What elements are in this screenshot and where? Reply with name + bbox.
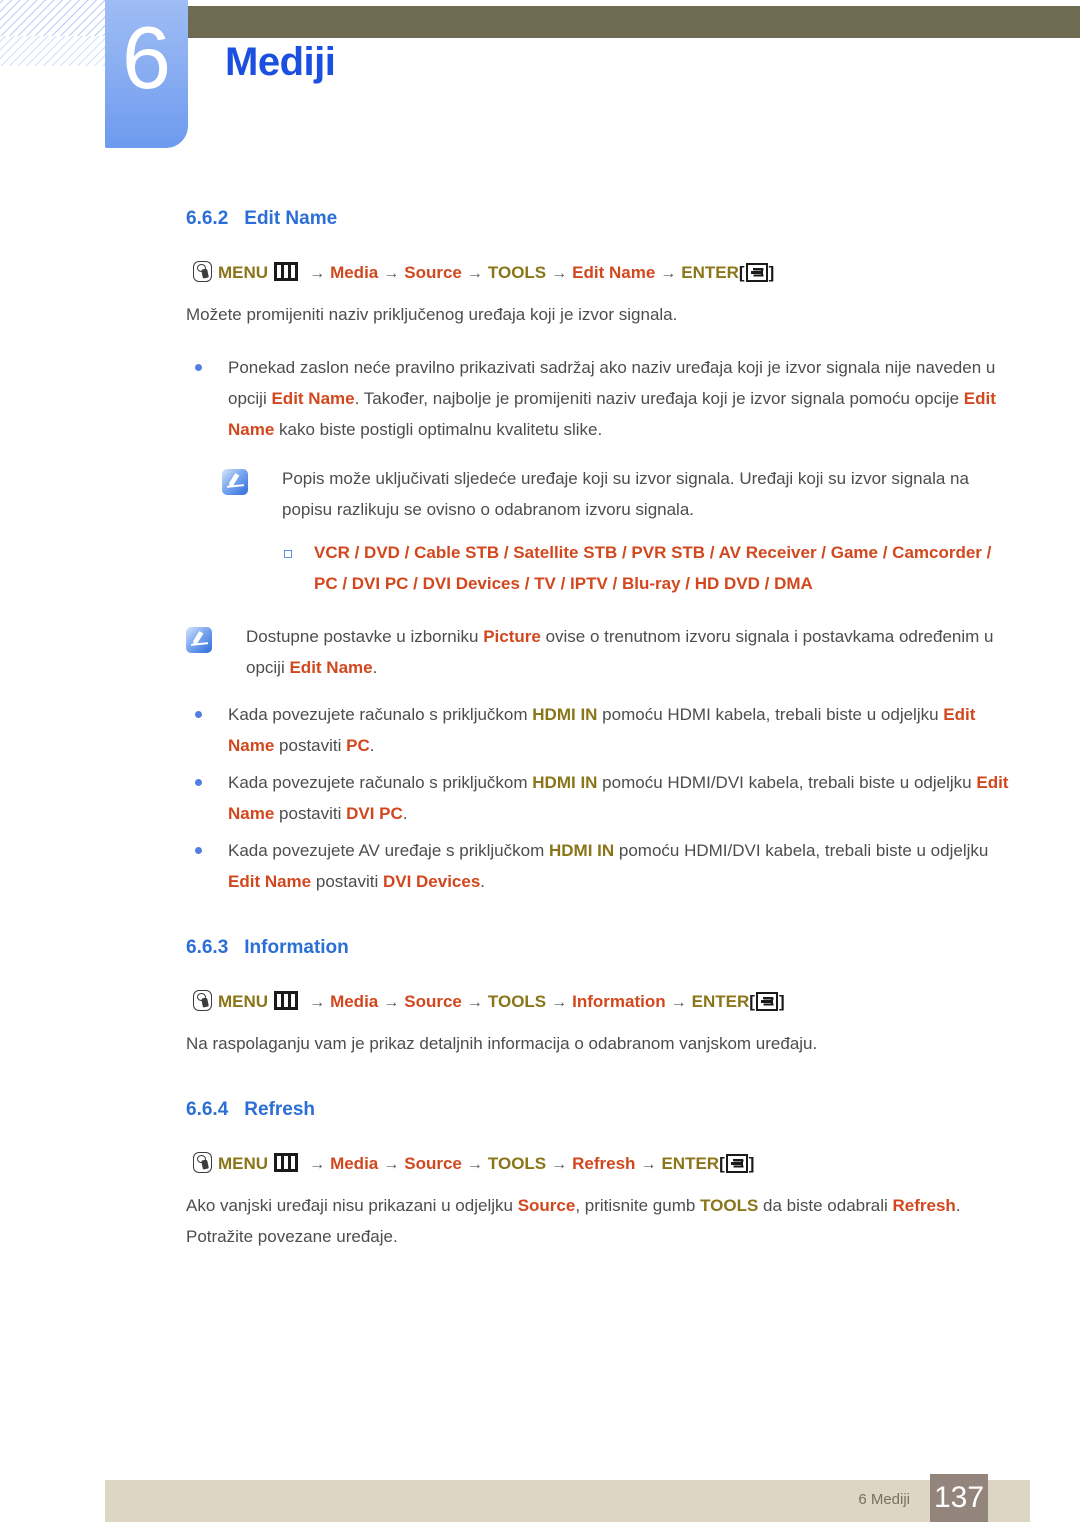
bullet-marker [186, 835, 228, 897]
menu-step-source: Source [404, 263, 462, 282]
arrow-icon: → [551, 265, 568, 282]
page-number-badge: 137 [930, 1474, 988, 1522]
bracket-close: ] [768, 263, 775, 282]
arrow-icon: → [309, 1156, 326, 1173]
bullet-text: Kada povezujete računalo s priključkom H… [228, 773, 1009, 823]
section-title: Refresh [244, 1099, 316, 1120]
enter-return-icon [755, 992, 778, 1011]
menu-grid-icon [274, 1153, 299, 1172]
section-title: Information [244, 937, 349, 958]
menu-step-media: Media [330, 263, 379, 282]
bullet-marker [186, 767, 228, 829]
note-text: Dostupne postavke u izborniku Picture ov… [246, 627, 994, 677]
bullet-text: Kada povezujete AV uređaje s priključkom… [228, 841, 989, 891]
menu-grid-icon [274, 262, 299, 281]
section-number: 6.6.2 [186, 208, 229, 229]
arrow-icon: → [660, 265, 677, 282]
menu-step-tools: TOOLS [487, 1154, 547, 1173]
note-text: Popis može uključivati sljedeće uređaje … [282, 469, 969, 519]
section-number: 6.6.3 [186, 937, 229, 958]
bullet-marker [186, 699, 228, 761]
bullet-item: Kada povezujete AV uređaje s priključkom… [186, 835, 1018, 897]
menu-path-information: MENU → Media → Source → TOOLS → Information → ENTE… [193, 989, 1080, 1016]
menu-label: MENU [218, 1154, 269, 1173]
device-list-line-2: PC / DVI PC / DVI Devices / TV / IPTV / … [314, 574, 813, 593]
arrow-icon: → [466, 994, 483, 1011]
device-list-line-1: VCR / DVD / Cable STB / Satellite STB / … [314, 543, 992, 562]
bullet-item: Kada povezujete računalo s priključkom H… [186, 767, 1018, 829]
bullet-marker [186, 352, 228, 445]
arrow-icon: → [309, 994, 326, 1011]
arrow-icon: → [551, 994, 568, 1011]
note-pencil-icon [186, 621, 246, 683]
note-pencil-icon [222, 463, 282, 525]
section-heading-edit-name: 6.6.2 Edit Name [186, 208, 1080, 230]
section-intro-information: Na raspolaganju vam je prikaz detaljnih … [186, 1034, 818, 1053]
bracket-close: ] [748, 1154, 755, 1173]
bracket-open: [ [719, 1154, 725, 1173]
menu-path-edit-name: MENU → Media → Source → TOOLS → Edit Name → ENTER[… [193, 260, 1080, 287]
menu-path-refresh: MENU → Media → Source → TOOLS → Refresh → ENTER[] [193, 1151, 1080, 1178]
menu-step-source: Source [404, 1154, 462, 1173]
menu-step-tools: TOOLS [487, 263, 547, 282]
section-number: 6.6.4 [186, 1099, 229, 1120]
menu-step-edit-name: Edit Name [572, 263, 656, 282]
menu-step-information: Information [572, 992, 666, 1011]
hand-press-icon [193, 1152, 212, 1173]
menu-step-source: Source [404, 992, 462, 1011]
enter-return-icon [725, 1154, 748, 1173]
arrow-icon: → [670, 994, 687, 1011]
menu-enter-label: ENTER [681, 263, 739, 282]
arrow-icon: → [309, 265, 326, 282]
bullet-text: Kada povezujete računalo s priključkom H… [228, 705, 976, 755]
section-intro-edit-name: Možete promijeniti naziv priključenog ur… [186, 305, 678, 324]
arrow-icon: → [383, 265, 400, 282]
footer-chapter-label: 6 Mediji [858, 1491, 910, 1508]
menu-grid-icon [274, 991, 299, 1010]
bullet-item: Kada povezujete računalo s priključkom H… [186, 699, 1018, 761]
arrow-icon: → [466, 265, 483, 282]
refresh-intro-rich: Ako vanjski uređaji nisu prikazani u odj… [186, 1196, 961, 1215]
sub-bullet-device-list: VCR / DVD / Cable STB / Satellite STB / … [268, 537, 1018, 599]
arrow-icon: → [551, 1156, 568, 1173]
menu-step-refresh: Refresh [572, 1154, 636, 1173]
note-block-device-list: Popis može uključivati sljedeće uređaje … [222, 463, 1018, 525]
arrow-icon: → [640, 1156, 657, 1173]
page-footer: 6 Mediji 137 [105, 1474, 1030, 1522]
menu-enter-label: ENTER [691, 992, 750, 1011]
page-header: 6 Mediji [0, 0, 1080, 160]
device-list: VCR / DVD / Cable STB / Satellite STB / … [314, 537, 1018, 599]
bracket-open: [ [749, 992, 755, 1011]
hatch-pattern-decoration [0, 0, 112, 36]
chapter-number: 6 [122, 8, 171, 107]
header-olive-bar [186, 6, 1080, 38]
menu-step-media: Media [330, 1154, 379, 1173]
bracket-close: ] [778, 992, 785, 1011]
menu-step-media: Media [330, 992, 379, 1011]
page-content: 6.6.2 Edit Name MENU → Media → Source → TOOLS → E… [0, 170, 1080, 1252]
bullet-item: Ponekad zaslon neće pravilno prikazivati… [186, 352, 1018, 445]
menu-step-tools: TOOLS [487, 992, 547, 1011]
section-heading-information: 6.6.3 Information [186, 937, 1080, 959]
refresh-intro-line2: Potražite povezane uređaje. [186, 1227, 398, 1246]
section-intro-refresh: Ako vanjski uređaji nisu prikazani u odj… [186, 1190, 1020, 1252]
note-block-picture-settings: Dostupne postavke u izborniku Picture ov… [186, 621, 1018, 683]
bracket-open: [ [738, 263, 745, 282]
enter-return-icon [745, 263, 768, 282]
menu-enter-label: ENTER [661, 1154, 720, 1173]
sub-bullet-marker [268, 537, 314, 599]
chapter-number-tab: 6 [105, 0, 188, 148]
section-heading-refresh: 6.6.4 Refresh [186, 1099, 1080, 1121]
arrow-icon: → [383, 1156, 400, 1173]
menu-label: MENU [218, 263, 269, 282]
arrow-icon: → [383, 994, 400, 1011]
hand-press-icon [193, 261, 212, 282]
menu-label: MENU [218, 992, 269, 1011]
hand-press-icon [193, 990, 212, 1011]
bullet-text: Ponekad zaslon neće pravilno prikazivati… [228, 358, 996, 439]
chapter-title: Mediji [225, 40, 336, 84]
hatch-pattern-decoration-lower [0, 36, 112, 66]
arrow-icon: → [466, 1156, 483, 1173]
section-title: Edit Name [244, 208, 338, 229]
